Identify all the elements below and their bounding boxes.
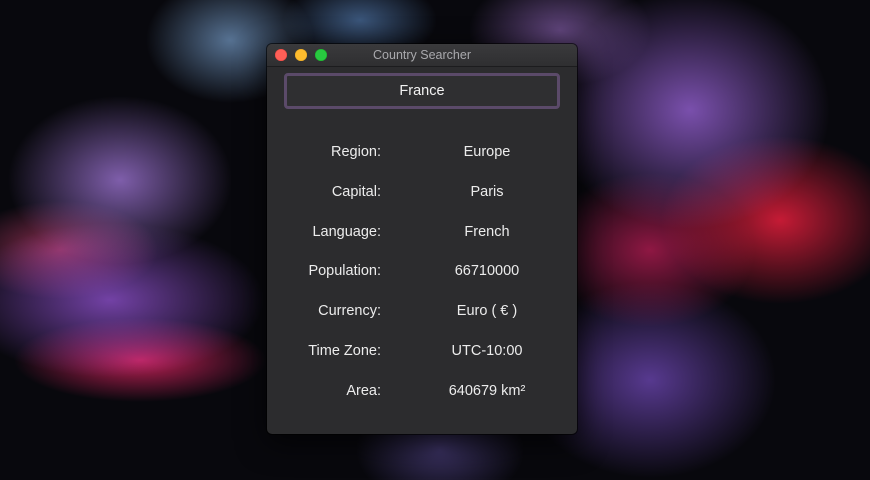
detail-row-capital: Capital: Paris xyxy=(267,172,577,212)
region-label: Region: xyxy=(331,144,381,160)
detail-row-time-zone: Time Zone: UTC-10:00 xyxy=(267,331,577,371)
app-window: Country Searcher Region: Europe Capital:… xyxy=(267,44,577,434)
country-details: Region: Europe Capital: Paris Language: … xyxy=(267,132,577,411)
detail-row-language: Language: French xyxy=(267,212,577,252)
country-search-field[interactable] xyxy=(284,73,560,109)
currency-label: Currency: xyxy=(318,303,381,320)
language-value: French xyxy=(464,223,510,240)
title-bar[interactable]: Country Searcher xyxy=(267,44,577,67)
currency-value: Euro ( € ) xyxy=(456,303,518,320)
capital-value: Paris xyxy=(470,183,504,200)
detail-row-currency: Currency: Euro ( € ) xyxy=(267,291,577,331)
window-title: Country Searcher xyxy=(373,48,471,62)
detail-row-region: Region: Europe xyxy=(267,132,577,172)
time-zone-value: UTC-10:00 xyxy=(451,342,523,359)
population-value: 66710000 xyxy=(454,263,520,280)
area-value: 640679 km² xyxy=(448,382,526,399)
region-value: Europe xyxy=(463,144,511,160)
detail-row-population: Population: 66710000 xyxy=(267,251,577,291)
area-label: Area: xyxy=(346,382,381,399)
time-zone-label: Time Zone: xyxy=(308,342,381,359)
population-label: Population: xyxy=(308,263,381,280)
detail-row-area: Area: 640679 km² xyxy=(267,371,577,411)
capital-label: Capital: xyxy=(331,183,381,200)
language-label: Language: xyxy=(312,223,381,240)
country-search-input[interactable] xyxy=(287,76,557,106)
